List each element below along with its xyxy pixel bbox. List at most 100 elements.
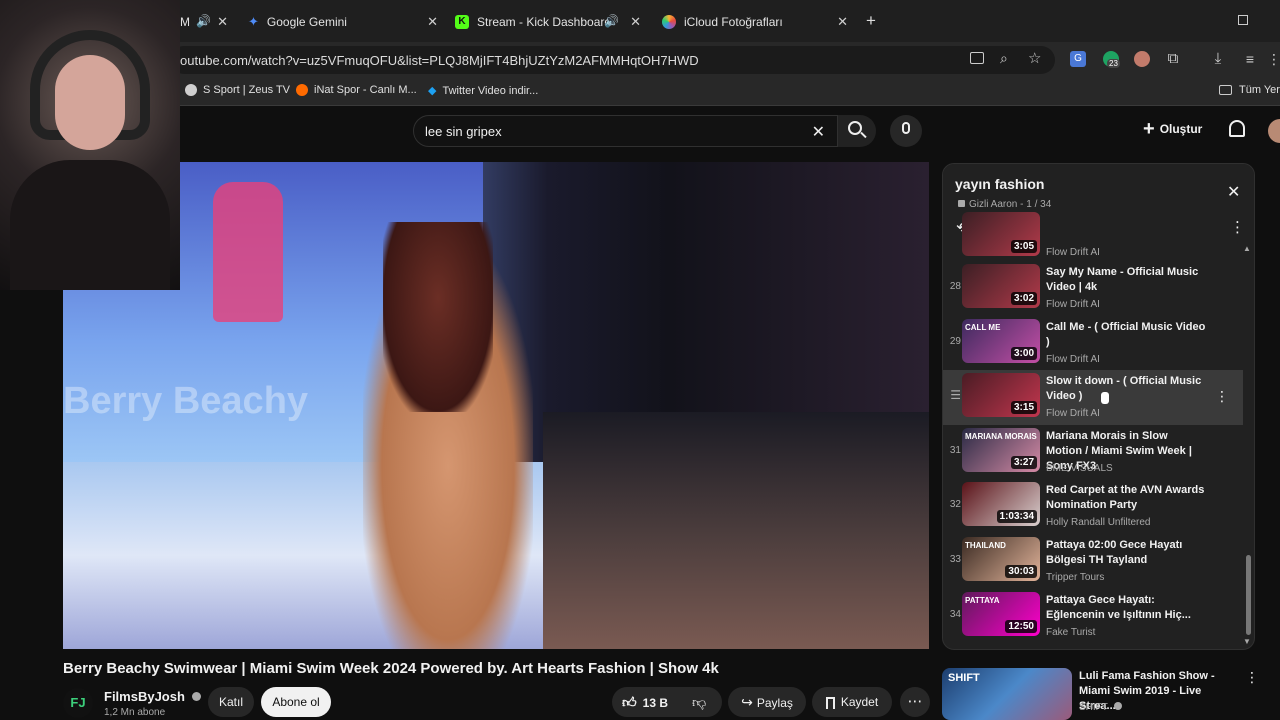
close-tab-icon[interactable]: ✕: [427, 14, 438, 30]
bookmark-star-icon[interactable]: ☆: [1028, 49, 1041, 67]
restore-window-icon[interactable]: [1238, 15, 1248, 25]
clear-search-icon[interactable]: ✕: [812, 122, 825, 142]
playlist-item[interactable]: 29 CALL ME 3:00 Call Me - ( Official Music …: [943, 316, 1243, 371]
recommendation-thumbnail[interactable]: SHIFT: [942, 668, 1072, 720]
thumbnail-caption: THAILAND: [965, 541, 1006, 550]
bookmark-twitter-video[interactable]: ◆ Twitter Video indir...: [428, 84, 538, 98]
verified-icon: [1113, 702, 1122, 710]
account-avatar[interactable]: [1268, 119, 1280, 143]
channel-name[interactable]: FilmsByJosh: [104, 689, 201, 704]
tab-google-gemini[interactable]: ✦ Google Gemini ✕: [248, 8, 438, 36]
video-thumbnail: 3:15: [962, 373, 1040, 418]
playlist-item[interactable]: ☰ 3:15 Slow it down - ( Official Music Vid…: [943, 370, 1243, 426]
video-thumbnail: 3:05: [962, 212, 1040, 256]
puzzle-icon[interactable]: ⧉: [1165, 51, 1181, 67]
save-label: Kaydet: [840, 695, 879, 709]
scroll-up-icon[interactable]: ▲: [1243, 244, 1251, 253]
playlist-index: 31: [949, 444, 961, 456]
channel-avatar[interactable]: FJ: [63, 688, 93, 718]
video-title: Pattaya 02:00 Gece Hayatı Bölgesi TH Tay…: [1046, 539, 1183, 566]
close-tab-icon[interactable]: ✕: [630, 14, 641, 30]
more-actions-button[interactable]: ⋯: [900, 687, 930, 717]
item-menu-icon[interactable]: ⋮: [1215, 388, 1229, 405]
close-tab-icon[interactable]: ✕: [837, 14, 848, 30]
playlist-subtitle-text: Gizli Aaron - 1 / 34: [969, 199, 1052, 210]
face-extension-icon[interactable]: [1134, 51, 1150, 67]
all-bookmarks-label: Tüm Yer: [1239, 84, 1280, 96]
video-thumbnail: PATTAYA 12:50: [962, 591, 1040, 636]
address-bar[interactable]: outube.com/watch?v=uz5VFmuqOFU&list=PLQJ…: [170, 46, 1055, 74]
mouse-cursor-icon: [1101, 392, 1109, 405]
video-thumbnail: CALL ME 3:00: [962, 318, 1040, 363]
dislike-button[interactable]: 👎︎: [692, 694, 706, 711]
microphone-icon: [902, 122, 910, 134]
all-bookmarks-folder[interactable]: Tüm Yer: [1219, 84, 1280, 96]
stage-text: Berry Beachy: [63, 380, 309, 422]
voice-search-button[interactable]: [890, 115, 922, 147]
bookmark-label: S Sport | Zeus TV: [203, 84, 291, 96]
like-button[interactable]: 👍︎ 13 B: [622, 694, 668, 711]
duration-badge: 1:03:34: [996, 510, 1037, 524]
media-control-icon[interactable]: ≡: [1242, 51, 1258, 67]
recommendation-menu-icon[interactable]: ⋮: [1245, 669, 1259, 686]
video-title: Say My Name - Official Music Video | 4k: [1046, 266, 1199, 293]
download-icon[interactable]: ⤓: [1210, 51, 1226, 67]
share-button[interactable]: ↪ Paylaş: [728, 687, 806, 717]
video-channel: Holly Randall Unfiltered: [1046, 517, 1151, 529]
video-title: Berry Beachy Swimwear | Miami Swim Week …: [63, 660, 719, 677]
globe-icon: [185, 84, 197, 96]
close-playlist-icon[interactable]: ✕: [1227, 182, 1240, 202]
tab-kick-dashboard[interactable]: K Stream - Kick Dashboard 🔊 ✕: [455, 8, 641, 36]
scroll-down-icon[interactable]: ▼: [1243, 637, 1251, 646]
icloud-photos-icon: [662, 15, 676, 29]
thumbnail-caption: PATTAYA: [965, 595, 1000, 605]
tab-title: M: [180, 15, 190, 29]
webcam-overlay: [0, 0, 180, 290]
speaker-icon[interactable]: 🔊: [604, 14, 619, 28]
speaker-icon[interactable]: 🔊: [196, 14, 211, 28]
drag-handle-icon[interactable]: ☰: [943, 388, 961, 402]
zoom-icon[interactable]: ⌕: [1000, 50, 1008, 67]
bird-icon: ◆: [428, 85, 437, 97]
channel-name-text: FilmsByJosh: [104, 689, 185, 704]
recommendation-channel[interactable]: SHIFT: [1079, 702, 1122, 713]
tab-title: Stream - Kick Dashboard: [477, 15, 612, 29]
bookmark-s-sport[interactable]: S Sport | Zeus TV: [185, 84, 290, 96]
subscribe-button[interactable]: Abone ol: [261, 687, 331, 717]
stage-figure: [213, 182, 283, 322]
playlist-item[interactable]: 33 THAILAND 30:03 Pattaya 02:00 Gece Hayatı…: [943, 534, 1243, 589]
playlist-scrollbar[interactable]: [1246, 555, 1251, 635]
search-input[interactable]: lee sin gripex ✕: [413, 115, 838, 147]
tab-icloud-photos[interactable]: iCloud Fotoğrafları ✕: [662, 8, 848, 36]
create-button[interactable]: + Oluştur: [1143, 119, 1202, 139]
browser-toolbar: outube.com/watch?v=uz5VFmuqOFU&list=PLQJ…: [0, 42, 1280, 76]
install-app-icon[interactable]: [970, 52, 984, 64]
translate-extension-icon[interactable]: G: [1070, 51, 1086, 67]
playlist-item-partial[interactable]: 3:05 Flow Drift AI: [943, 212, 1243, 259]
video-player[interactable]: Berry Beachy: [63, 162, 929, 649]
playlist-item[interactable]: 32 1:03:34 Red Carpet at the AVN Awards No…: [943, 479, 1243, 534]
playlist-item[interactable]: 31 MARIANA MORAIS 3:27 Mariana Morais in Sl…: [943, 425, 1243, 480]
playlist-title[interactable]: yayın fashion: [955, 176, 1044, 192]
new-tab-button[interactable]: +: [866, 11, 876, 31]
gemini-icon: ✦: [248, 14, 259, 29]
search-button[interactable]: [838, 115, 876, 147]
join-button[interactable]: Katıl: [208, 687, 254, 717]
video-channel: BME VISUALS: [1046, 462, 1113, 474]
notifications-bell-icon[interactable]: [1229, 120, 1245, 137]
search-value: lee sin gripex: [425, 124, 502, 139]
playlist-index: 28: [949, 281, 961, 292]
folder-icon: [1219, 85, 1232, 95]
bookmark-inat-spor[interactable]: iNat Spor - Canlı M...: [296, 84, 417, 96]
browser-menu-icon[interactable]: ⋮: [1266, 51, 1280, 67]
playlist-item[interactable]: 28 3:02 Say My Name - Official Music Video…: [943, 261, 1243, 316]
close-tab-icon[interactable]: ✕: [217, 14, 228, 30]
playlist-item[interactable]: 34 PATTAYA 12:50 Pattaya Gece Hayatı: Eğlen…: [943, 589, 1243, 644]
tab-youtube[interactable]: M 🔊 ✕: [180, 8, 232, 36]
video-channel: Tripper Tours: [1046, 572, 1105, 583]
thumbnail-caption: CALL ME: [965, 322, 1001, 332]
share-label: Paylaş: [756, 696, 793, 710]
save-button[interactable]: Kaydet: [812, 687, 892, 717]
bookmark-label: iNat Spor - Canlı M...: [314, 84, 417, 96]
video-title: Call Me - ( Official Music Video ): [1046, 320, 1206, 348]
